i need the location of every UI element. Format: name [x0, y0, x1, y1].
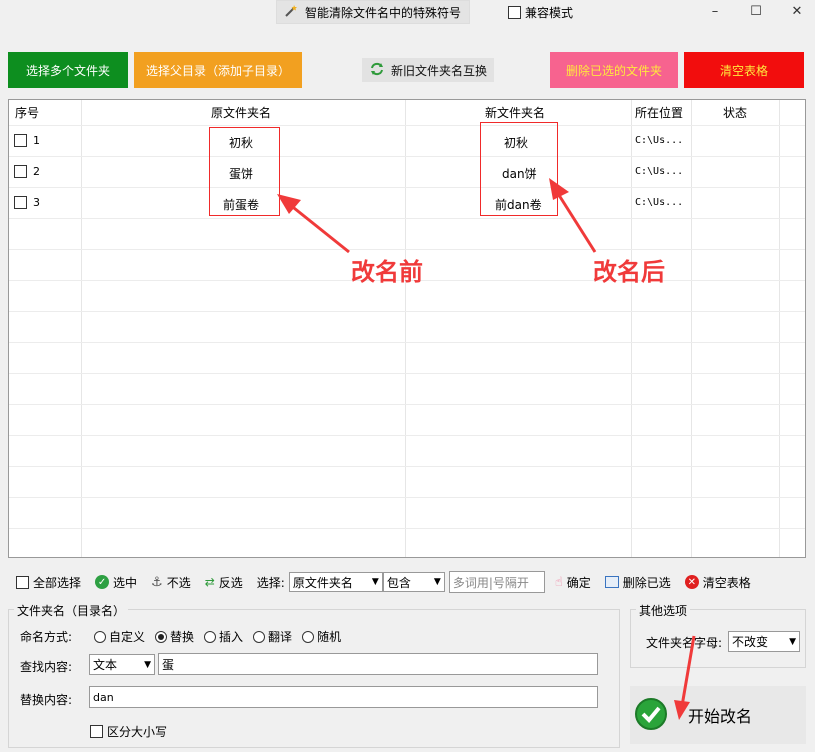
mode-random-label: 随机	[317, 630, 342, 644]
compat-mode-checkbox[interactable]: 兼容模式	[508, 4, 573, 21]
invert-button[interactable]: ⇄ 反选	[205, 574, 243, 591]
chevron-down-icon: ▼	[371, 577, 379, 587]
delete-selected-folders-button[interactable]: 删除已选的文件夹	[550, 52, 678, 88]
find-type-value: 文本	[93, 658, 118, 672]
replace-input[interactable]: dan	[89, 686, 598, 708]
checkbox-box[interactable]	[16, 575, 29, 589]
swap-names-label: 新旧文件夹名互换	[390, 63, 487, 78]
mode-radio-translate[interactable]: 翻译	[253, 628, 292, 645]
case-sensitive-label: 区分大小写	[107, 725, 168, 739]
mode-radio-group: 自定义 替换 插入 翻译 随机	[94, 628, 351, 645]
match-select[interactable]: 包含 ▼	[382, 572, 445, 592]
other-options-title: 其他选项	[636, 602, 691, 619]
app-title-tab[interactable]: 智能清除文件名中的特殊符号	[276, 0, 470, 24]
swap-names-button[interactable]: 新旧文件夹名互换	[362, 58, 494, 82]
invert-label: 反选	[218, 575, 243, 590]
select-parent-button[interactable]: 选择父目录（添加子目录）	[134, 52, 302, 88]
select-all-label: 全部选择	[33, 575, 82, 590]
radio-custom[interactable]	[94, 630, 106, 643]
mode-translate-label: 翻译	[268, 630, 293, 644]
app-title: 智能清除文件名中的特殊符号	[305, 5, 462, 20]
refresh-icon	[369, 61, 385, 80]
mode-radio-custom[interactable]: 自定义	[94, 628, 145, 645]
letter-case-value: 不改变	[732, 635, 769, 649]
clear-table-small-label: 清空表格	[702, 575, 751, 590]
letter-case-select[interactable]: 不改变 ▼	[728, 631, 800, 652]
selection-toolbar: 全部选择 ✓ 选中 ⚓ 不选 ⇄ 反选 选择: 原文件夹名 ▼ 包含 ▼ 多词用…	[8, 567, 806, 597]
radio-random[interactable]	[302, 630, 315, 643]
clear-table-button[interactable]: 清空表格	[684, 52, 804, 88]
check-circle-icon	[634, 697, 668, 734]
radio-translate[interactable]	[253, 630, 266, 643]
confirm-label: 确定	[566, 575, 591, 590]
mode-radio-replace[interactable]: 替换	[155, 628, 194, 645]
anchor-icon: ⚓	[151, 574, 163, 590]
annotation-before: 改名前	[351, 258, 423, 286]
select-folders-button[interactable]: 选择多个文件夹	[8, 52, 128, 88]
start-rename-button[interactable]: 开始改名	[630, 686, 806, 744]
deselect-label: 不选	[166, 575, 191, 590]
compat-mode-label: 兼容模式	[525, 6, 574, 20]
annotation-arrow-start	[674, 635, 696, 720]
radio-replace[interactable]	[155, 630, 168, 643]
checkbox-box[interactable]	[508, 6, 521, 19]
annotation-after: 改名后	[593, 258, 665, 286]
window-icon	[604, 576, 619, 588]
mode-radio-random[interactable]: 随机	[302, 628, 341, 645]
mode-label: 命名方式:	[20, 630, 73, 644]
replace-label: 替换内容:	[20, 693, 73, 707]
mode-custom-label: 自定义	[109, 630, 146, 644]
select-label: 选中	[113, 575, 138, 590]
find-input[interactable]: 蛋	[158, 653, 598, 675]
maximize-button[interactable]: ☐	[741, 2, 771, 22]
match-select-value: 包含	[386, 575, 411, 590]
field-select-value: 原文件夹名	[292, 575, 353, 590]
magic-wand-icon	[283, 3, 299, 22]
shuffle-icon: ⇄	[204, 575, 215, 589]
delete-selected-button[interactable]: 删除已选	[604, 574, 671, 591]
minimize-button[interactable]: –	[700, 2, 730, 22]
select-all-checkbox[interactable]: 全部选择	[16, 574, 81, 591]
close-circle-icon: ✕	[684, 575, 699, 589]
mode-radio-insert[interactable]: 插入	[204, 628, 243, 645]
annotation-arrows	[277, 178, 597, 254]
confirm-button[interactable]: ☝ 确定	[555, 574, 591, 591]
chevron-down-icon: ▼	[789, 636, 796, 647]
arrow-before	[288, 202, 350, 254]
select-button[interactable]: ✓ 选中	[95, 574, 137, 591]
case-sensitive-checkbox[interactable]: 区分大小写	[90, 723, 167, 740]
clear-table-small-button[interactable]: ✕ 清空表格	[684, 574, 751, 591]
checkbox-box[interactable]	[90, 725, 103, 738]
arrow-after	[555, 191, 597, 253]
find-type-select[interactable]: 文本 ▼	[89, 654, 155, 675]
delete-selected-label: 删除已选	[622, 575, 671, 590]
arrow-start-line	[680, 635, 696, 707]
folder-table[interactable]: 序号 原文件夹名 新文件夹名 所在位置 状态 1 初秋 初秋 C:\Us... …	[8, 99, 806, 558]
check-circle-icon: ✓	[95, 575, 110, 589]
field-select[interactable]: 原文件夹名 ▼	[288, 572, 383, 592]
mode-replace-label: 替换	[170, 630, 195, 644]
keyword-input[interactable]: 多词用|号隔开	[448, 571, 545, 593]
choose-label: 选择:	[256, 575, 285, 590]
hand-pointer-icon: ☝	[554, 574, 563, 590]
find-label: 查找内容:	[20, 660, 73, 674]
chevron-down-icon: ▼	[433, 577, 441, 587]
arrow-after-head	[549, 178, 569, 200]
radio-insert[interactable]	[204, 630, 217, 643]
deselect-button[interactable]: ⚓ 不选	[151, 574, 191, 591]
close-button[interactable]: ✕	[782, 2, 812, 22]
arrow-start-head	[674, 700, 690, 720]
mode-insert-label: 插入	[219, 630, 244, 644]
chevron-down-icon: ▼	[144, 659, 151, 670]
rename-group-title: 文件夹名（目录名）	[14, 602, 129, 619]
